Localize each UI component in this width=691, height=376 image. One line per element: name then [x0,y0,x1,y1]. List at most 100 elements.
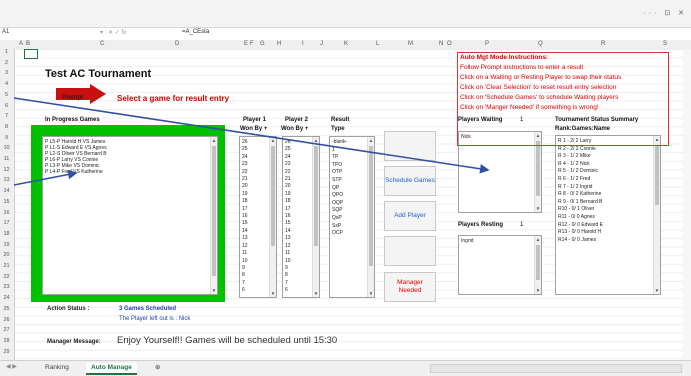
player1-score-list[interactable]: 26 25 24 23 22 21 20 19 18 17 16 15 14 13 12 11 10 9 8 7 6 ▲… [239,136,277,298]
list-item[interactable]: R 3 - 1/ 2 Mike [556,153,660,161]
player1-scrollbar[interactable]: ▲ ▼ [269,137,276,297]
column-header[interactable]: O [447,41,452,47]
column-header[interactable]: C [100,41,104,47]
column-header[interactable]: G [260,41,265,47]
row-header[interactable]: 12 [0,167,13,173]
blank-button-1[interactable] [384,131,436,161]
list-item[interactable]: Ingrid [459,238,541,244]
list-item[interactable]: R14 - 0/ 0 James [556,237,660,245]
row-header[interactable]: 29 [0,349,13,355]
row-header[interactable]: 4 [0,81,13,87]
list-item[interactable]: R 5 - 1/ 2 Dominic [556,168,660,176]
scroll-down-icon[interactable]: ▼ [535,206,541,211]
row-header[interactable]: 15 [0,199,13,205]
list-item[interactable]: R 6 - 1/ 2 Fred [556,176,660,184]
column-header[interactable]: Q [538,41,543,47]
scroll-thumb[interactable] [271,146,275,246]
row-header[interactable]: 2 [0,60,13,66]
scroll-down-icon[interactable]: ▼ [313,291,319,296]
row-header[interactable]: 16 [0,210,13,216]
in-progress-scrollbar[interactable]: ▲ ▼ [210,137,217,294]
row-header[interactable]: 23 [0,284,13,290]
scroll-thumb[interactable] [212,146,216,276]
window-controls[interactable]: ··· ⊡ ✕ [643,9,687,17]
add-player-button[interactable]: Add Player [384,201,436,231]
row-header[interactable]: 19 [0,242,13,248]
add-sheet-icon[interactable]: ⊕ [150,363,165,373]
scroll-thumb[interactable] [536,245,540,280]
column-header[interactable]: R [601,41,605,47]
tab-ranking[interactable]: Ranking [40,363,74,373]
players-resting-list[interactable]: Ingrid ▲ ▼ [458,235,542,295]
list-item[interactable]: R 7 - 1/ 2 Ingrid [556,184,660,192]
tournament-summary-list[interactable]: R 1 - 2/ 2 Larry R 2 - 2/ 2 Connie R 3 - 1… [555,135,661,295]
row-header[interactable]: 25 [0,306,13,312]
list-item[interactable]: R 9 - 0/ 1 Bernard B [556,199,660,207]
row-header[interactable]: 27 [0,327,13,333]
formula-input[interactable]: =A_CEsta [182,29,209,35]
list-item[interactable]: R 4 - 1/ 2 Nick [556,161,660,169]
row-header[interactable]: 22 [0,274,13,280]
row-header[interactable]: 8 [0,124,13,130]
row-header[interactable]: 21 [0,263,13,269]
in-progress-games-list[interactable]: P L5-P Harold H VS James P L1-S Edward E … [42,136,218,295]
column-header[interactable]: S [663,41,667,47]
column-header[interactable]: E [244,41,248,47]
result-type-list[interactable]: -blank- 1 TP TPO OTP STP QP QPO OQP SQP QsP SsP OCP … [329,136,375,298]
row-header[interactable]: 1 [0,49,13,55]
column-header[interactable]: M [408,41,413,47]
scroll-down-icon[interactable]: ▼ [211,288,217,293]
result-scrollbar[interactable]: ▲ ▼ [367,137,374,297]
row-header[interactable]: 14 [0,188,13,194]
scroll-thumb[interactable] [314,146,318,246]
column-header[interactable]: I [302,41,304,47]
column-header[interactable]: P [485,41,489,47]
row-header[interactable]: 18 [0,231,13,237]
row-header[interactable]: 26 [0,317,13,323]
row-header[interactable]: 3 [0,70,13,76]
player2-scrollbar[interactable]: ▲ ▼ [312,137,319,297]
column-header[interactable]: K [344,41,348,47]
blank-button-2[interactable] [384,236,436,266]
scroll-down-icon[interactable]: ▼ [368,291,374,296]
row-header[interactable]: 7 [0,113,13,119]
list-item[interactable]: R13 - 0/ 0 Harold H [556,229,660,237]
row-header[interactable]: 5 [0,92,13,98]
selected-cell[interactable] [24,49,38,59]
row-header[interactable]: 10 [0,145,13,151]
scroll-up-icon[interactable]: ▲ [535,237,541,242]
column-header[interactable]: L [376,41,379,47]
row-header[interactable]: 20 [0,252,13,258]
sheet-vertical-scrollbar[interactable] [683,49,691,360]
column-header[interactable]: A [19,41,23,47]
scroll-up-icon[interactable]: ▲ [211,138,217,143]
scroll-up-icon[interactable]: ▲ [313,138,319,143]
list-item[interactable]: P L4-P Fred VS Katherine [43,169,217,175]
column-header[interactable]: F [250,41,254,47]
list-item[interactable]: R12 - 0/ 0 Edward E [556,222,660,230]
name-box[interactable]: A1 [2,29,86,38]
schedule-games-button[interactable]: Schedule Games [384,166,436,196]
row-header[interactable]: 9 [0,135,13,141]
tab-nav-arrows-icon[interactable]: ◀ ▶ [6,363,17,370]
list-item[interactable]: R10 - 0/ 1 Oliver [556,206,660,214]
scroll-thumb[interactable] [536,141,540,196]
row-header[interactable]: 13 [0,177,13,183]
scroll-up-icon[interactable]: ▲ [368,138,374,143]
formula-icons[interactable]: ▾ : ✕ ✓ fx [100,29,126,36]
horizontal-scrollbar[interactable] [430,364,682,373]
row-header[interactable]: 28 [0,338,13,344]
column-header[interactable]: N [439,41,443,47]
scroll-down-icon[interactable]: ▼ [654,288,660,293]
column-header[interactable]: J [320,41,323,47]
column-header[interactable]: B [26,41,30,47]
row-header[interactable]: 17 [0,220,13,226]
row-header[interactable]: 24 [0,295,13,301]
manager-needed-button[interactable]: Manager Needed [384,272,436,302]
player2-score-list[interactable]: 26 25 24 23 22 21 20 19 18 17 16 15 14 13 12 11 10 9 8 7 6 ▲… [282,136,320,298]
list-item[interactable]: R 8 - 0/ 2 Katherine [556,191,660,199]
column-header[interactable]: H [277,41,281,47]
column-header[interactable]: D [175,41,179,47]
resting-scrollbar[interactable]: ▲ ▼ [534,236,541,294]
list-item[interactable]: R 2 - 2/ 2 Connie [556,146,660,154]
